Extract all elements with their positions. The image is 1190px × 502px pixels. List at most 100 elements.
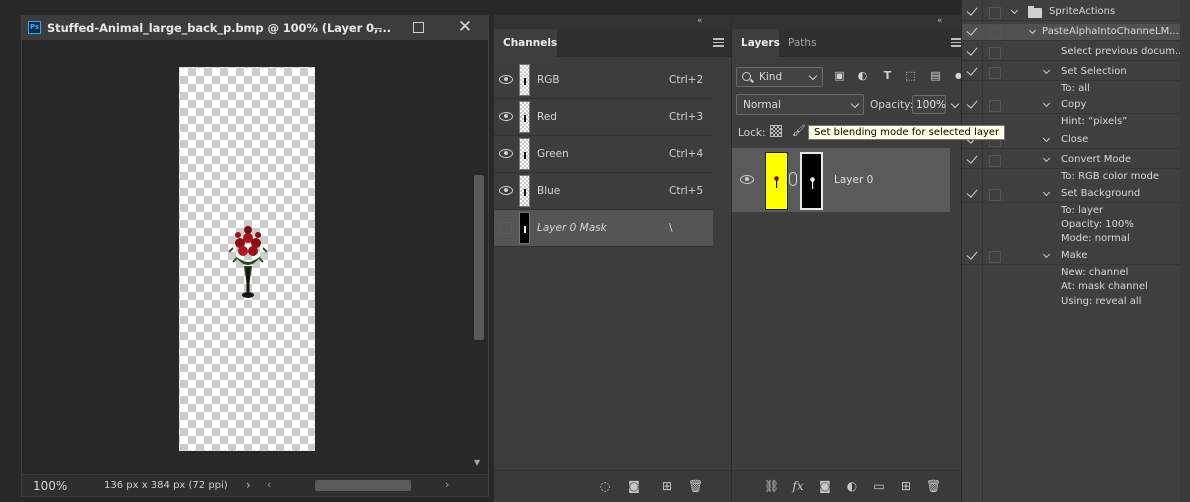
channels-scrollbar[interactable] [713, 57, 731, 471]
action-row[interactable]: Set Selection [962, 64, 1180, 81]
smart-object-filter-icon[interactable]: ▤ [929, 70, 942, 82]
horizontal-scrollbar[interactable]: ‹ › [262, 475, 472, 496]
channel-row-green[interactable]: Green Ctrl+4 [494, 136, 713, 173]
opacity-input[interactable]: 100% [912, 95, 946, 114]
expand-chevron-icon[interactable] [1042, 99, 1051, 108]
action-row[interactable]: Mode: normal [962, 231, 1180, 248]
action-row[interactable]: Using: reveal all [962, 294, 1180, 311]
channel-shortcut: Ctrl+4 [669, 148, 704, 160]
action-row[interactable]: Convert Mode [962, 152, 1180, 169]
layer-mask-thumbnail[interactable] [800, 152, 823, 210]
dialog-toggle-box[interactable] [989, 251, 1001, 263]
new-channel-icon[interactable]: ⊞ [660, 479, 674, 493]
link-layers-icon[interactable]: ⛓ [764, 479, 779, 493]
dialog-toggle-box[interactable] [989, 189, 1001, 201]
tab-channels[interactable]: Channels [494, 29, 557, 58]
action-enabled-check-icon[interactable] [966, 24, 978, 36]
action-row[interactable]: Set Background [962, 186, 1180, 203]
tab-paths[interactable]: Paths [779, 29, 826, 58]
action-row[interactable]: Select previous docum... [962, 44, 1185, 61]
close-icon[interactable]: ✕ [454, 18, 476, 38]
new-layer-icon[interactable]: ⊞ [899, 479, 913, 493]
collapse-panel-icon[interactable]: « [937, 16, 942, 26]
status-menu-arrow-icon[interactable]: › [246, 478, 251, 492]
dialog-toggle-box[interactable] [989, 7, 1001, 19]
layer-thumbnail[interactable] [765, 152, 788, 210]
channel-row-blue[interactable]: Blue Ctrl+5 [494, 173, 713, 210]
visibility-toggle-box[interactable] [500, 222, 512, 234]
expand-chevron-icon[interactable] [1042, 154, 1051, 163]
action-label: Opacity: 100% [1061, 219, 1134, 230]
expand-chevron-icon[interactable] [1042, 134, 1051, 143]
layer-name[interactable]: Layer 0 [834, 174, 873, 186]
action-enabled-check-icon[interactable] [966, 97, 978, 109]
blend-mode-select[interactable]: Normal [736, 94, 864, 115]
lock-image-pixels-brush-icon[interactable]: 🖌 [792, 125, 806, 137]
load-channel-as-selection-icon[interactable]: ◌ [598, 479, 612, 493]
visibility-eye-icon[interactable] [499, 112, 513, 121]
layers-tabbar: Layers Paths [732, 29, 962, 58]
action-row[interactable]: Copy [962, 97, 1180, 114]
fx-icon[interactable]: fx [791, 479, 805, 493]
shape-layer-filter-icon[interactable]: ⬚ [904, 70, 917, 82]
action-row[interactable]: To: RGB color mode [962, 169, 1180, 186]
horizontal-scroll-thumb[interactable] [315, 480, 411, 491]
action-enabled-check-icon[interactable] [966, 4, 978, 16]
pixel-layer-filter-icon[interactable]: ▣ [833, 70, 846, 82]
save-selection-as-channel-icon[interactable]: ◙ [627, 479, 641, 493]
maximize-icon[interactable] [407, 18, 429, 38]
scroll-right-icon[interactable]: › [445, 478, 449, 491]
tab-layers[interactable]: Layers [732, 29, 780, 58]
link-chain-icon[interactable] [789, 172, 797, 186]
rose-bouquet-image [228, 226, 268, 298]
actions-scrollbar[interactable] [1180, 0, 1190, 502]
action-row[interactable]: SpriteActions [962, 4, 1180, 21]
new-group-folder-icon[interactable]: ▭ [872, 479, 886, 493]
expand-chevron-icon[interactable] [1028, 26, 1037, 35]
scroll-down-icon[interactable]: ▼ [474, 458, 480, 467]
expand-chevron-icon[interactable] [1042, 188, 1051, 197]
action-row[interactable]: PasteAlphaIntoChanneLM... [962, 24, 1180, 41]
action-label: To: RGB color mode [1061, 171, 1159, 182]
minimize-icon[interactable] [366, 18, 388, 38]
scroll-left-icon[interactable]: ‹ [267, 478, 271, 491]
layer-row-layer-0[interactable]: Layer 0 [732, 148, 950, 212]
channel-row-rgb[interactable]: RGB Ctrl+2 [494, 62, 713, 99]
vertical-scroll-thumb[interactable] [474, 175, 484, 340]
channel-row-red[interactable]: Red Ctrl+3 [494, 99, 713, 136]
channel-row-layer-mask[interactable]: Layer 0 Mask \ [494, 210, 713, 247]
add-mask-icon[interactable]: ◙ [818, 479, 832, 493]
dialog-toggle-box[interactable] [989, 100, 1001, 112]
dialog-toggle-box[interactable] [989, 27, 1001, 39]
adjustment-layer-icon[interactable]: ◐ [845, 479, 859, 493]
expand-chevron-icon[interactable] [1042, 250, 1051, 259]
vertical-scrollbar[interactable]: ▼ [471, 40, 487, 472]
dialog-toggle-box[interactable] [989, 67, 1001, 79]
layer-filter-kind-select[interactable]: Kind [736, 67, 823, 87]
action-enabled-check-icon[interactable] [966, 186, 978, 198]
type-layer-filter-icon[interactable]: T [881, 70, 894, 82]
action-enabled-check-icon[interactable] [966, 44, 978, 56]
delete-channel-icon[interactable]: 🗑 [688, 479, 703, 493]
action-row[interactable]: Make [962, 248, 1180, 265]
expand-chevron-icon[interactable] [1010, 6, 1019, 15]
visibility-eye-icon[interactable] [499, 186, 513, 195]
adjustment-layer-filter-icon[interactable]: ◐ [856, 70, 869, 82]
dialog-toggle-box[interactable] [989, 47, 1001, 59]
zoom-level[interactable]: 100% [33, 479, 67, 493]
action-row[interactable]: To: all [962, 81, 1180, 98]
action-enabled-check-icon[interactable] [966, 248, 978, 260]
panel-menu-icon[interactable] [713, 38, 724, 47]
visibility-eye-icon[interactable] [499, 149, 513, 158]
dialog-toggle-box[interactable] [989, 155, 1001, 167]
lock-transparent-pixels-icon[interactable] [770, 125, 782, 137]
collapse-panel-icon[interactable]: « [697, 16, 702, 26]
document-titlebar[interactable]: Ps Stuffed-Animal_large_back_p.bmp @ 100… [22, 16, 488, 40]
action-enabled-check-icon[interactable] [966, 152, 978, 164]
visibility-eye-icon[interactable] [499, 75, 513, 84]
action-enabled-check-icon[interactable] [966, 64, 978, 76]
delete-layer-icon[interactable]: 🗑 [926, 479, 941, 493]
visibility-eye-icon[interactable] [740, 175, 754, 184]
expand-chevron-icon[interactable] [1042, 66, 1051, 75]
document-canvas[interactable] [179, 67, 315, 451]
